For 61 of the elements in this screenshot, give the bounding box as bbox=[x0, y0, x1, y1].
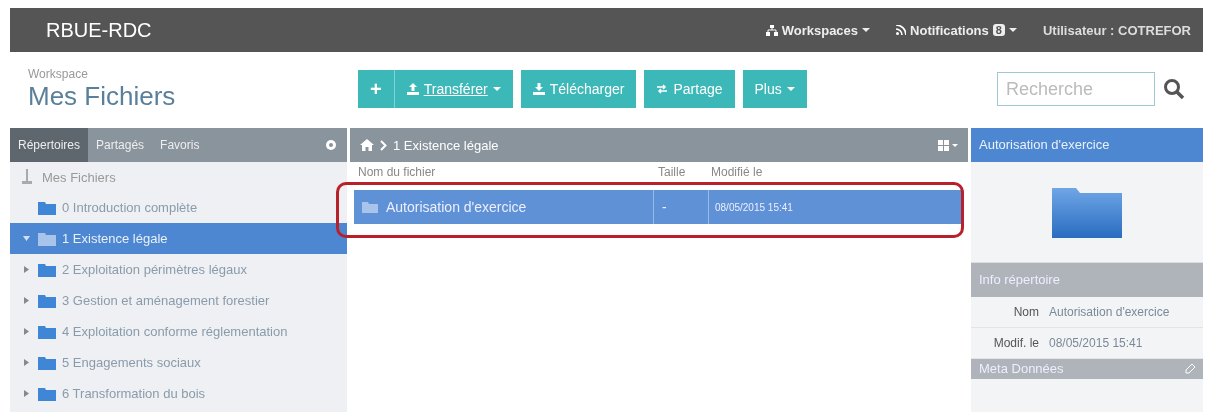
folder-icon bbox=[38, 355, 56, 370]
tree-item[interactable]: 0 Introduction complète bbox=[10, 192, 347, 223]
home-icon[interactable] bbox=[360, 139, 374, 151]
toolbar-button[interactable]: Partage bbox=[644, 70, 735, 108]
tree-item[interactable]: 5 Engagements sociaux bbox=[10, 347, 347, 378]
collapsed-caret-icon[interactable] bbox=[22, 390, 30, 397]
breadcrumb-item[interactable]: 1 Existence légale bbox=[393, 137, 499, 153]
sitemap-icon bbox=[765, 24, 778, 36]
folder-icon bbox=[38, 200, 56, 215]
collapsed-caret-icon[interactable] bbox=[22, 266, 30, 273]
folder-icon bbox=[38, 386, 56, 401]
brand-title: RBUE-RDC bbox=[46, 18, 152, 42]
rss-icon bbox=[896, 25, 907, 35]
sidebar-tab[interactable]: Partagés bbox=[88, 128, 153, 162]
sidebar-tab[interactable]: Répertoires bbox=[10, 128, 89, 162]
tree-item[interactable]: 6 Transformation du bois bbox=[10, 378, 347, 409]
folder-icon bbox=[362, 201, 378, 213]
workspace-caption: Workspace bbox=[28, 66, 89, 81]
section-title: Meta Données bbox=[979, 360, 1064, 378]
add-button[interactable]: + bbox=[358, 70, 395, 108]
user-name: Utilisateur : COTREFOR bbox=[1042, 22, 1191, 38]
field-label: Nom bbox=[1012, 305, 1039, 319]
tree-item[interactable]: 2 Exploitation périmètres légaux bbox=[10, 254, 347, 285]
toolbar-button[interactable]: Plus bbox=[742, 70, 807, 108]
tree-root-label[interactable]: Mes Fichiers bbox=[42, 169, 116, 185]
folder-icon bbox=[38, 231, 56, 246]
collapsed-caret-icon[interactable] bbox=[22, 297, 30, 304]
search-icon[interactable] bbox=[1163, 78, 1185, 100]
details-title: Autorisation d'exercice bbox=[971, 128, 1203, 162]
field-label: Modif. le bbox=[992, 336, 1039, 350]
field-value: 08/05/2015 15:41 bbox=[1049, 336, 1144, 350]
column-header[interactable]: Taille bbox=[650, 165, 705, 179]
tree-root-icon bbox=[22, 169, 32, 185]
section-header: Info répertoire bbox=[971, 263, 1203, 297]
folder-icon bbox=[38, 324, 56, 339]
column-header[interactable]: Nom du fichier bbox=[350, 165, 650, 179]
settings-icon[interactable] bbox=[325, 139, 337, 151]
collapsed-caret-icon[interactable] bbox=[22, 328, 30, 335]
field-value: Autorisation d'exercice bbox=[1049, 305, 1171, 319]
folder-icon bbox=[38, 262, 56, 277]
upload-icon bbox=[406, 83, 419, 95]
folder-icon bbox=[38, 293, 56, 308]
search-field[interactable]: Recherche bbox=[997, 72, 1155, 106]
toolbar-button[interactable]: Télécharger bbox=[520, 70, 637, 108]
tree-item[interactable]: 1 Existence légale bbox=[10, 223, 347, 254]
page-title: Mes Fichiers bbox=[28, 80, 177, 112]
chevron-icon bbox=[380, 139, 387, 151]
edit-icon[interactable] bbox=[1185, 364, 1195, 374]
tree-item[interactable]: 3 Gestion et aménagement forestier bbox=[10, 285, 347, 316]
download-icon bbox=[532, 83, 545, 95]
notifications-menu[interactable]: Notifications 8 bbox=[896, 22, 1017, 38]
sidebar-tab[interactable]: Favoris bbox=[152, 128, 208, 162]
toolbar-button[interactable]: Transférer bbox=[394, 70, 513, 108]
view-grid-icon[interactable] bbox=[938, 139, 958, 151]
collapsed-caret-icon[interactable] bbox=[22, 359, 30, 366]
expanded-caret-icon[interactable] bbox=[22, 235, 30, 242]
workspaces-menu[interactable]: Workspaces bbox=[765, 22, 871, 38]
share-icon bbox=[656, 83, 669, 95]
column-header[interactable]: Modifié le bbox=[705, 165, 763, 179]
file-row[interactable]: Autorisation d'exercice - 08/05/2015 15:41 bbox=[354, 190, 964, 224]
tree-item[interactable]: 4 Exploitation conforme réglementation bbox=[10, 316, 347, 347]
